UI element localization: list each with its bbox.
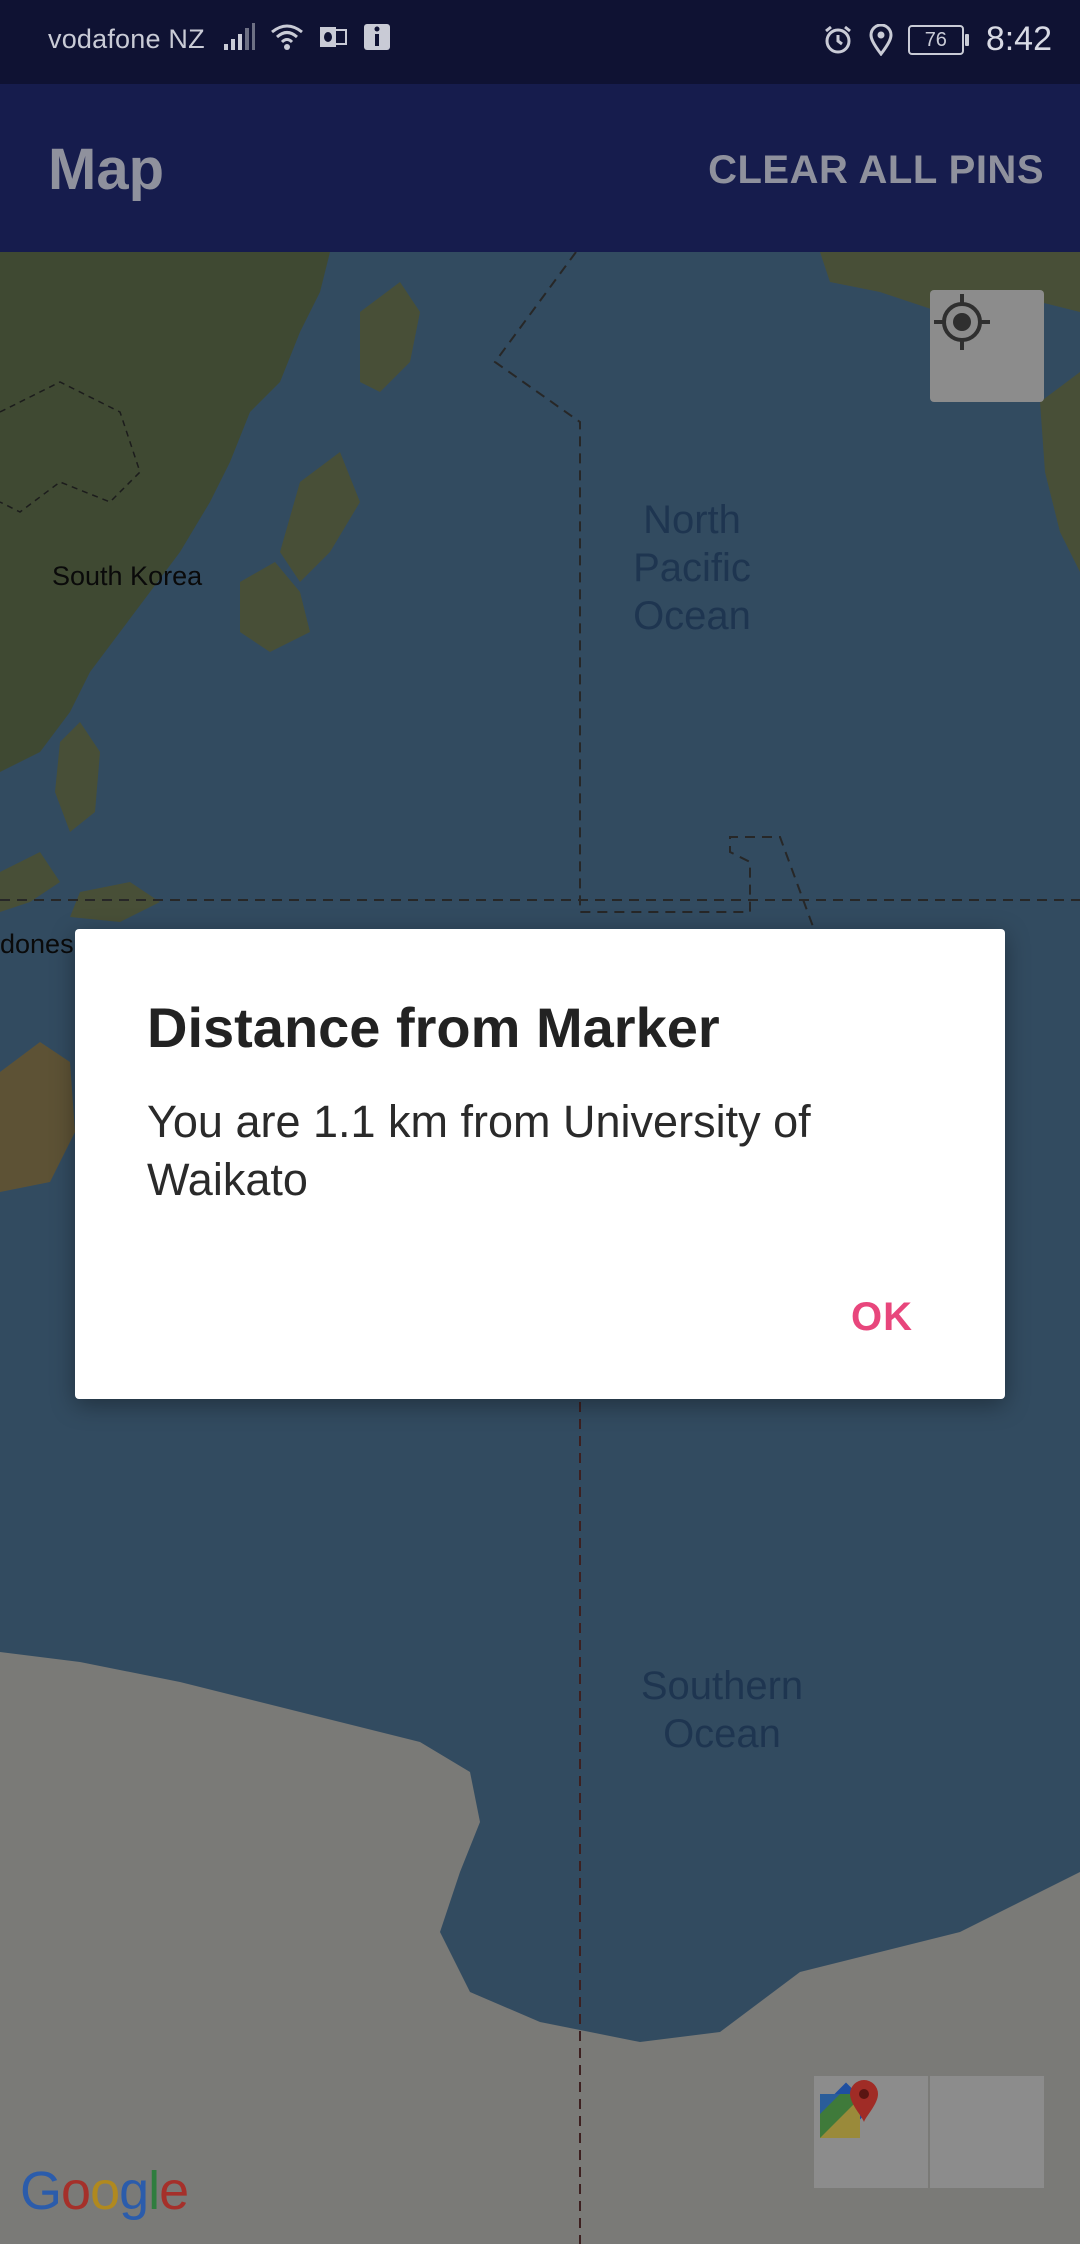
status-icons-left: [222, 22, 392, 52]
app-screen: vodafone NZ 76 8:42 Map CLEAR ALL PINS S…: [0, 0, 1080, 2244]
battery-icon: 76: [907, 24, 969, 55]
ok-button[interactable]: OK: [851, 1295, 913, 1340]
map-label-south-korea: South Korea: [52, 561, 203, 591]
dialog-message: You are 1.1 km from University of Waikat…: [147, 1096, 811, 1205]
my-location-icon: [934, 294, 990, 350]
page-title: Map: [48, 137, 164, 202]
clock: 8:42: [985, 20, 1052, 58]
signal-icon: [224, 23, 255, 50]
open-in-google-maps-button[interactable]: [820, 2076, 1044, 2188]
map-label-indonesia: donesi: [0, 929, 80, 959]
status-bar: vodafone NZ 76 8:42: [0, 0, 1080, 84]
carrier-name: vodafone NZ: [48, 24, 205, 54]
map-label-southern-ocean: Southern Ocean: [640, 1664, 804, 1756]
google-maps-icon: [820, 2080, 878, 2138]
alarm-icon: [824, 25, 851, 53]
my-location-button[interactable]: [930, 290, 1044, 402]
outlook-icon: [320, 27, 347, 47]
location-icon: [869, 23, 893, 56]
map-toolbar: [814, 2076, 1044, 2188]
clear-all-pins-button[interactable]: CLEAR ALL PINS: [708, 148, 1044, 193]
info-icon: [364, 24, 390, 50]
distance-dialog: Distance from Marker You are 1.1 km from…: [75, 929, 1005, 1399]
dialog-title: Distance from Marker: [147, 996, 720, 1059]
map-label-north-pacific: North Pacific Ocean: [633, 498, 751, 638]
google-logo: Google: [20, 2161, 189, 2221]
status-icons-right: 76 8:42: [822, 20, 1052, 59]
app-bar: Map CLEAR ALL PINS: [0, 84, 1080, 252]
wifi-icon: [271, 24, 303, 50]
